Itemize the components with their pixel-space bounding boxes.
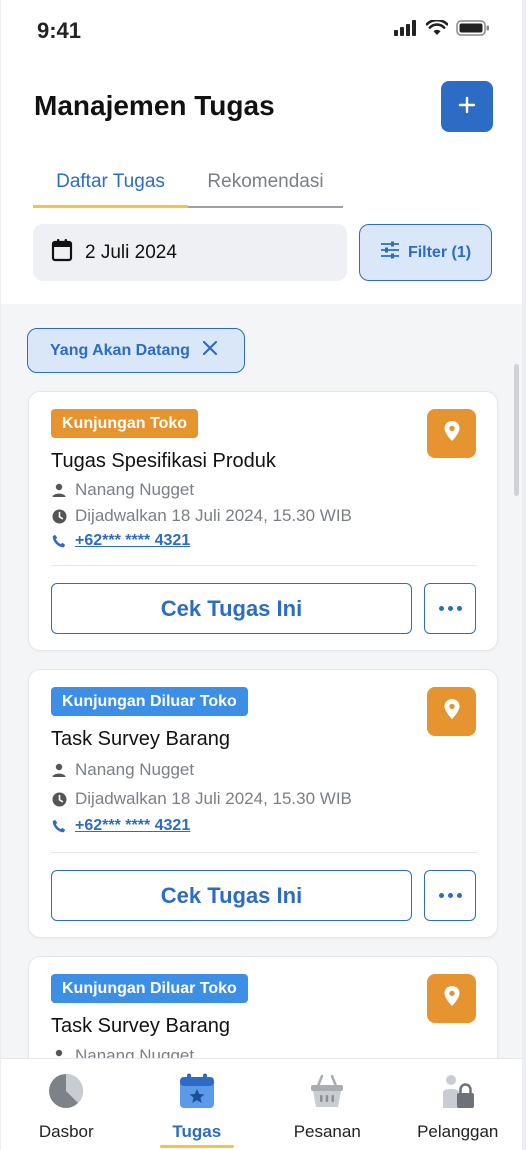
phone-icon bbox=[51, 818, 67, 834]
more-icon bbox=[438, 893, 462, 898]
schedule-text: Dijadwalkan 18 Juli 2024, 15.30 WIB bbox=[75, 506, 352, 525]
task-phone: +62*** **** 4321 bbox=[51, 532, 190, 550]
check-task-button[interactable]: Cek Tugas Ini bbox=[51, 583, 412, 634]
card-divider bbox=[51, 565, 477, 566]
active-tab-indicator bbox=[159, 1145, 234, 1148]
task-phone: +62*** **** 4321 bbox=[51, 817, 190, 835]
task-type-badge: Kunjungan Diluar Toko bbox=[51, 974, 248, 1003]
date-value: 2 Juli 2024 bbox=[85, 241, 177, 263]
filter-button[interactable]: Filter (1) bbox=[359, 224, 492, 281]
phone-link[interactable]: +62*** **** 4321 bbox=[75, 817, 190, 835]
calendar-icon bbox=[51, 238, 73, 268]
phone-link[interactable]: +62*** **** 4321 bbox=[75, 532, 190, 550]
task-title: Tugas Spesifikasi Produk bbox=[51, 450, 276, 472]
nav-item-tugas[interactable]: Tugas bbox=[132, 1059, 263, 1150]
add-task-button[interactable] bbox=[441, 81, 493, 132]
bottom-navigation: Dasbor Tugas Pesanan Pelanggan bbox=[1, 1058, 523, 1150]
task-card: Kunjungan Diluar Toko Task Survey Barang… bbox=[28, 669, 498, 938]
task-person: Nanang Nugget bbox=[51, 480, 194, 500]
calendar-star-icon bbox=[179, 1073, 215, 1114]
location-button[interactable] bbox=[427, 687, 476, 736]
pie-chart-icon bbox=[48, 1073, 84, 1114]
tab-daftar-tugas[interactable]: Daftar Tugas bbox=[33, 166, 188, 208]
more-options-button[interactable] bbox=[424, 870, 476, 921]
task-type-badge: Kunjungan Toko bbox=[51, 409, 199, 438]
nav-label: Pesanan bbox=[293, 1122, 361, 1141]
customer-lock-icon bbox=[440, 1073, 476, 1114]
person-icon bbox=[51, 762, 67, 778]
location-button[interactable] bbox=[427, 974, 476, 1023]
task-title: Task Survey Barang bbox=[51, 728, 230, 750]
clock-icon bbox=[51, 791, 67, 807]
tab-rekomendasi[interactable]: Rekomendasi bbox=[188, 166, 343, 206]
task-schedule: Dijadwalkan 18 Juli 2024, 15.30 WIB bbox=[51, 506, 352, 526]
more-icon bbox=[438, 606, 462, 611]
page-title: Manajemen Tugas bbox=[34, 90, 275, 121]
location-button[interactable] bbox=[427, 409, 476, 458]
more-options-button[interactable] bbox=[424, 583, 476, 634]
task-person: Nanang Nugget bbox=[51, 760, 194, 780]
phone-icon bbox=[51, 533, 67, 549]
tab-bar: Daftar Tugas Rekomendasi bbox=[33, 166, 343, 208]
chip-label: Yang Akan Datang bbox=[50, 341, 190, 359]
nav-item-pesanan[interactable]: Pesanan bbox=[262, 1059, 393, 1150]
person-name: Nanang Nugget bbox=[75, 760, 195, 779]
signal-icon bbox=[394, 20, 418, 41]
basket-icon bbox=[309, 1073, 345, 1114]
task-type-badge: Kunjungan Diluar Toko bbox=[51, 687, 248, 716]
location-pin-icon bbox=[443, 985, 461, 1012]
plus-icon bbox=[458, 96, 476, 117]
date-picker[interactable]: 2 Juli 2024 bbox=[33, 224, 347, 281]
nav-label: Pelanggan bbox=[417, 1122, 499, 1141]
clock-icon bbox=[51, 508, 67, 524]
active-filter-chip[interactable]: Yang Akan Datang bbox=[27, 328, 245, 373]
person-icon bbox=[51, 482, 67, 498]
person-name: Nanang Nugget bbox=[75, 480, 195, 499]
nav-item-pelanggan[interactable]: Pelanggan bbox=[393, 1059, 523, 1150]
header-panel: 9:41 Manajemen Tugas Daftar Tugas Rekome… bbox=[1, 0, 522, 304]
location-pin-icon bbox=[443, 420, 461, 447]
task-schedule: Dijadwalkan 18 Juli 2024, 15.30 WIB bbox=[51, 789, 352, 809]
card-divider bbox=[51, 852, 477, 853]
sliders-icon bbox=[380, 241, 400, 264]
task-title: Task Survey Barang bbox=[51, 1015, 230, 1037]
close-icon[interactable] bbox=[202, 340, 218, 361]
scrollbar[interactable] bbox=[514, 364, 519, 496]
status-time: 9:41 bbox=[37, 18, 82, 43]
check-task-button[interactable]: Cek Tugas Ini bbox=[51, 870, 412, 921]
filter-label: Filter (1) bbox=[407, 243, 472, 261]
nav-label: Tugas bbox=[172, 1122, 222, 1141]
nav-label: Dasbor bbox=[38, 1122, 94, 1141]
nav-item-dasbor[interactable]: Dasbor bbox=[1, 1059, 132, 1150]
battery-icon bbox=[456, 20, 490, 41]
app-screen: 9:41 Manajemen Tugas Daftar Tugas Rekome… bbox=[0, 0, 526, 1150]
status-bar: 9:41 bbox=[1, 0, 522, 60]
schedule-text: Dijadwalkan 18 Juli 2024, 15.30 WIB bbox=[75, 789, 352, 808]
task-card: Kunjungan Toko Tugas Spesifikasi Produk … bbox=[28, 391, 498, 651]
status-icons bbox=[394, 18, 490, 41]
location-pin-icon bbox=[443, 698, 461, 725]
wifi-icon bbox=[425, 18, 449, 41]
